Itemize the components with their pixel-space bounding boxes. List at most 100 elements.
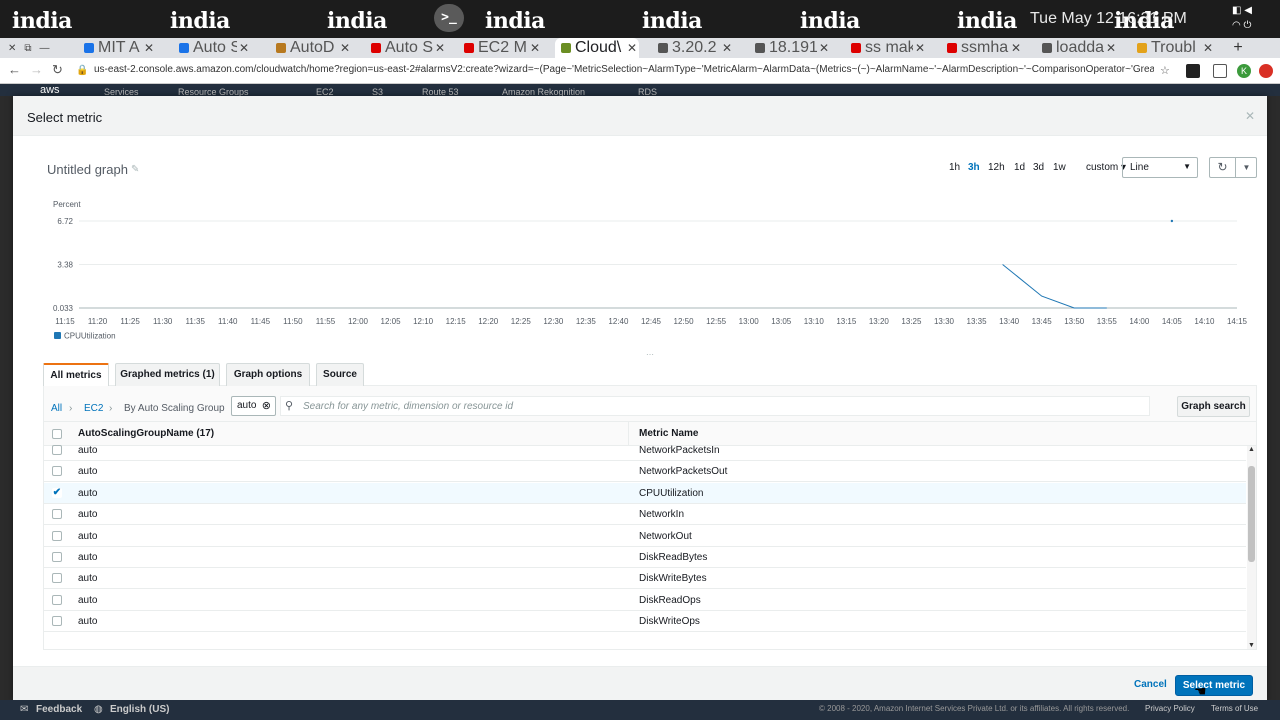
- custom-range-dropdown[interactable]: custom ▾: [1086, 162, 1126, 173]
- pencil-icon[interactable]: ✎: [131, 164, 139, 175]
- ec2-shortcut[interactable]: EC2: [316, 87, 334, 96]
- tab-close-icon[interactable]: ✕: [142, 41, 156, 55]
- refresh-options-chevron-icon[interactable]: ▼: [1236, 158, 1257, 177]
- cancel-button[interactable]: Cancel: [1134, 679, 1167, 690]
- row-checkbox[interactable]: [52, 466, 62, 477]
- tab-close-icon[interactable]: ✕: [913, 41, 927, 55]
- select-all-checkbox[interactable]: [52, 429, 62, 439]
- graph-title[interactable]: Untitled graph: [47, 162, 128, 177]
- rekognition-shortcut[interactable]: Amazon Rekognition: [502, 87, 585, 96]
- browser-tab[interactable]: 3.20.2 ✕: [652, 38, 734, 58]
- privacy-link[interactable]: Privacy Policy: [1145, 704, 1195, 713]
- column-header-group[interactable]: AutoScalingGroupName (17): [78, 428, 214, 439]
- tab-close-icon[interactable]: ✕: [1104, 41, 1118, 55]
- forward-icon[interactable]: →: [30, 62, 43, 77]
- terminal-icon[interactable]: >_: [434, 4, 464, 32]
- workspace-4-label[interactable]: india: [485, 8, 545, 34]
- restore-window-icon[interactable]: ⧉: [24, 43, 31, 54]
- breadcrumb-ec2[interactable]: EC2: [84, 403, 103, 414]
- menu-icon[interactable]: [1259, 64, 1273, 78]
- table-row[interactable]: auto DiskWriteOps: [44, 611, 1246, 633]
- browser-tab[interactable]: Cloud\ ✕: [555, 38, 639, 58]
- column-header-metric[interactable]: Metric Name: [639, 428, 698, 439]
- breadcrumb-all[interactable]: All: [51, 403, 62, 414]
- profile-avatar[interactable]: K: [1237, 64, 1251, 78]
- tab-close-icon[interactable]: ✕: [720, 41, 734, 55]
- browser-tab[interactable]: MIT A ✕: [78, 38, 156, 58]
- bookmark-star-icon[interactable]: ☆: [1160, 64, 1170, 77]
- close-window-icon[interactable]: ✕: [8, 43, 16, 54]
- table-row[interactable]: auto NetworkOut: [44, 526, 1246, 547]
- browser-tab[interactable]: ss mak ✕: [845, 38, 927, 58]
- browser-tab[interactable]: AutoD ✕: [270, 38, 352, 58]
- language-selector[interactable]: English (US): [110, 704, 169, 715]
- tab-close-icon[interactable]: ✕: [338, 41, 352, 55]
- browser-tab[interactable]: 18.191 ✕: [749, 38, 831, 58]
- feedback-link[interactable]: Feedback: [36, 704, 82, 715]
- graph-type-select[interactable]: Line ▼: [1122, 157, 1198, 178]
- extension-2-icon[interactable]: [1213, 64, 1227, 78]
- tab-close-icon[interactable]: ✕: [237, 41, 251, 55]
- workspace-7-label[interactable]: india: [957, 8, 1017, 34]
- graph-search-button[interactable]: Graph search: [1177, 396, 1250, 417]
- browser-tab[interactable]: loadda ✕: [1036, 38, 1118, 58]
- time-range-1h[interactable]: 1h: [949, 162, 960, 173]
- workspace-1-label[interactable]: india: [12, 8, 72, 34]
- time-range-1d[interactable]: 1d: [1014, 162, 1025, 173]
- rds-shortcut[interactable]: RDS: [638, 87, 657, 96]
- services-menu[interactable]: Services: [104, 87, 139, 96]
- refresh-icon[interactable]: ↻: [1210, 158, 1236, 177]
- table-scrollbar[interactable]: ▲ ▼: [1247, 446, 1256, 649]
- time-range-3d[interactable]: 3d: [1033, 162, 1044, 173]
- workspace-6-label[interactable]: india: [800, 8, 860, 34]
- table-row[interactable]: auto NetworkPacketsIn: [44, 440, 1246, 461]
- table-row[interactable]: auto DiskReadOps: [44, 590, 1246, 611]
- aws-logo[interactable]: aws: [40, 84, 60, 96]
- row-checkbox[interactable]: [52, 530, 62, 541]
- workspace-5-label[interactable]: india: [642, 8, 702, 34]
- window-controls[interactable]: ✕ ⧉ —: [0, 38, 60, 58]
- workspace-2-label[interactable]: india: [170, 8, 230, 34]
- tab-close-icon[interactable]: ✕: [433, 41, 447, 55]
- browser-tab[interactable]: Auto S ✕: [365, 38, 447, 58]
- browser-tab[interactable]: Troubl ✕: [1131, 38, 1215, 58]
- tab-graph-options[interactable]: Graph options: [226, 363, 310, 386]
- s3-shortcut[interactable]: S3: [372, 87, 383, 96]
- route53-shortcut[interactable]: Route 53: [422, 87, 459, 96]
- resource-groups-menu[interactable]: Resource Groups: [178, 87, 249, 96]
- row-checkbox-checked[interactable]: ✔: [52, 487, 62, 498]
- metric-search-input[interactable]: ⚲ Search for any metric, dimension or re…: [280, 396, 1150, 416]
- row-checkbox[interactable]: [52, 445, 62, 455]
- table-row[interactable]: auto DiskWriteBytes: [44, 568, 1246, 590]
- system-tray[interactable]: ◧ ◀ ◠ ⏻: [1232, 3, 1272, 33]
- reload-icon[interactable]: ↻: [52, 62, 63, 78]
- workspace-3-label[interactable]: india: [327, 8, 387, 34]
- tab-close-icon[interactable]: ✕: [625, 41, 639, 55]
- row-checkbox[interactable]: [52, 509, 62, 520]
- tab-close-icon[interactable]: ✕: [1009, 41, 1023, 55]
- close-icon[interactable]: ✕: [1245, 109, 1255, 123]
- browser-tab[interactable]: EC2 M ✕: [458, 38, 542, 58]
- browser-tab[interactable]: ssmha ✕: [941, 38, 1023, 58]
- select-metric-button[interactable]: Select metric: [1175, 675, 1253, 696]
- scroll-up-icon[interactable]: ▲: [1247, 446, 1256, 453]
- minimize-window-icon[interactable]: —: [40, 43, 50, 54]
- row-checkbox[interactable]: [52, 552, 62, 562]
- back-icon[interactable]: ←: [8, 62, 21, 77]
- time-range-1w[interactable]: 1w: [1053, 162, 1066, 173]
- browser-tab[interactable]: Auto S ✕: [173, 38, 251, 58]
- tab-graphed-metrics-1[interactable]: Graphed metrics (1): [115, 363, 220, 386]
- extension-icon[interactable]: [1186, 64, 1200, 78]
- filter-chip[interactable]: auto ⊗: [231, 396, 276, 416]
- time-range-12h[interactable]: 12h: [988, 162, 1005, 173]
- tab-source[interactable]: Source: [316, 363, 364, 386]
- tab-all-metrics[interactable]: All metrics: [43, 363, 109, 387]
- table-row[interactable]: auto NetworkPacketsOut: [44, 461, 1246, 483]
- tab-close-icon[interactable]: ✕: [817, 41, 831, 55]
- remove-filter-icon[interactable]: ⊗: [262, 399, 271, 412]
- row-checkbox[interactable]: [52, 594, 62, 605]
- tab-close-icon[interactable]: ✕: [1201, 41, 1215, 55]
- tab-close-icon[interactable]: ✕: [528, 41, 542, 55]
- url-field[interactable]: us-east-2.console.aws.amazon.com/cloudwa…: [94, 64, 1154, 75]
- row-checkbox[interactable]: [52, 616, 62, 627]
